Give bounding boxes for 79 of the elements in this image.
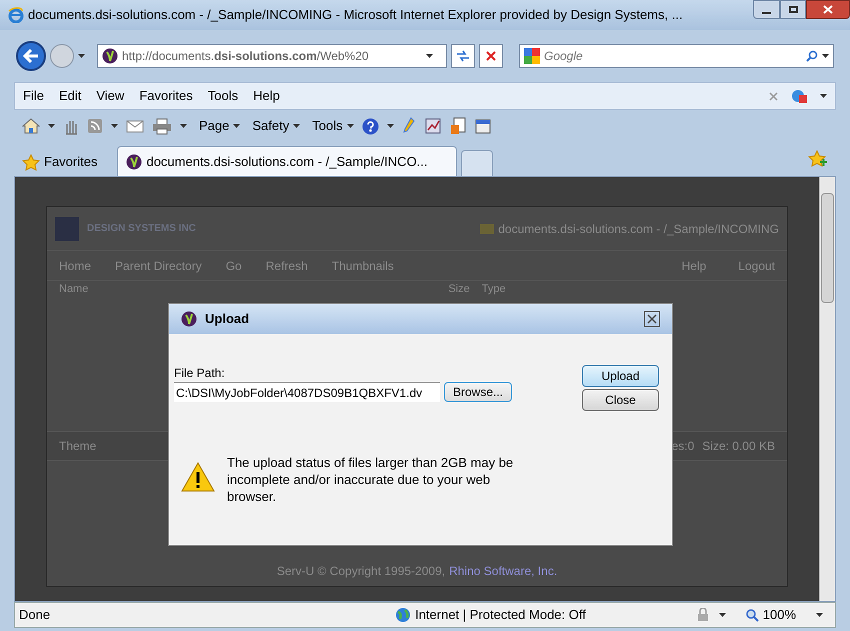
caret-icon	[426, 54, 433, 58]
command-menu-button[interactable]: Page	[199, 116, 240, 136]
menu-item[interactable]: File	[23, 86, 44, 106]
caret-icon	[111, 124, 118, 128]
site-logo-icon	[181, 311, 197, 327]
stop-button[interactable]	[479, 44, 503, 68]
home-icon[interactable]	[22, 118, 40, 134]
caret-icon	[180, 124, 187, 128]
caret-icon	[233, 124, 240, 128]
close-button[interactable]	[806, 0, 850, 19]
refresh-arrows-icon	[456, 50, 470, 62]
favorites-button[interactable]: Favorites	[22, 148, 98, 176]
caret-icon	[820, 94, 827, 98]
warning-icon	[181, 462, 215, 492]
caret-icon	[48, 124, 55, 128]
command-menu-button[interactable]: Tools	[312, 116, 354, 136]
minimize-button[interactable]	[753, 0, 780, 19]
menu-item[interactable]: Favorites	[139, 86, 193, 106]
pen-icon[interactable]	[402, 117, 416, 135]
status-text: Done	[19, 606, 50, 624]
file-stats-text: Size: 0.00 KB	[702, 438, 775, 455]
close-button[interactable]	[644, 311, 660, 327]
command-menu-button[interactable]: Safety	[252, 116, 300, 136]
browser-e-icon	[8, 7, 24, 23]
dialog-title: Upload	[205, 310, 250, 328]
field-label: File Path:	[174, 365, 226, 382]
logo-square-icon	[55, 216, 79, 240]
add-favorite-star-icon[interactable]	[808, 150, 828, 168]
caret-icon	[346, 124, 354, 128]
site-logo-icon	[102, 48, 118, 64]
menu-item[interactable]: View	[96, 86, 124, 106]
browse-button[interactable]: Browse...	[444, 382, 512, 402]
column-header: Name	[59, 282, 88, 297]
search-icon[interactable]	[806, 50, 818, 62]
mail-icon[interactable]	[126, 120, 144, 132]
copyright-text: Serv-U © Copyright 1995-2009,	[276, 563, 446, 580]
site-logo-icon	[126, 154, 142, 170]
column-header: Size	[448, 282, 470, 297]
globe-icon	[395, 607, 412, 623]
menu-item[interactable]: Edit	[58, 86, 82, 106]
refresh-button[interactable]	[451, 44, 475, 68]
dialog-button[interactable]: Close	[582, 389, 659, 411]
help-icon[interactable]	[362, 118, 379, 134]
caret-icon	[386, 124, 394, 128]
globe-tools-icon[interactable]	[790, 88, 808, 104]
window-title: documents.dsi-solutions.com - /_Sample/INCOMING - Microsoft Internet Explorer provided by Design Systems, ...	[28, 6, 683, 24]
file-path-field[interactable]: C:\DSI\MyJobFolder\4087DS09B1QBXFV1.dv	[174, 382, 440, 402]
calendar-icon[interactable]	[474, 117, 492, 135]
folder-icon	[480, 224, 494, 234]
star-icon	[22, 154, 40, 170]
caret-icon	[78, 54, 85, 58]
feed-icon[interactable]	[87, 118, 103, 134]
chart-document-icon[interactable]	[424, 117, 442, 135]
menu-item[interactable]: Help	[253, 86, 280, 106]
caret-icon	[293, 124, 300, 128]
back-arrow-icon	[23, 49, 39, 63]
back-button[interactable]	[16, 41, 46, 71]
close-icon	[823, 5, 833, 14]
dialog-button[interactable]: Upload	[582, 365, 659, 387]
warning-message: The upload status of files larger than 2GB may be incomplete and/or inaccurate due to your web browser.	[227, 454, 514, 505]
location-text: documents.dsi-solutions.com - /_Sample/INCOMING	[498, 220, 779, 238]
document-icon[interactable]	[450, 117, 466, 135]
caret-icon	[816, 613, 823, 617]
stop-x-icon	[486, 51, 496, 61]
security-zone-text: Internet | Protected Mode: Off	[415, 606, 586, 624]
caret-icon	[718, 613, 726, 617]
printer-icon[interactable]	[152, 118, 172, 134]
browser-tab[interactable]: documents.dsi-solutions.com - /_Sample/INCO...	[117, 146, 458, 176]
magnifier-icon	[746, 608, 759, 622]
caret-icon	[822, 54, 829, 58]
search-field[interactable]: Google	[519, 44, 834, 68]
close-icon	[647, 314, 657, 324]
column-header: Type	[482, 282, 506, 297]
menu-item[interactable]: Tools	[208, 86, 238, 106]
search-input[interactable]: Google	[544, 47, 802, 65]
maximize-button[interactable]	[780, 0, 806, 19]
zoom-button[interactable]: 100%	[746, 605, 796, 625]
colored-squares-icon	[524, 48, 540, 64]
address-bar[interactable]: http://documents.dsi-solutions.com/Web%20	[97, 44, 447, 68]
